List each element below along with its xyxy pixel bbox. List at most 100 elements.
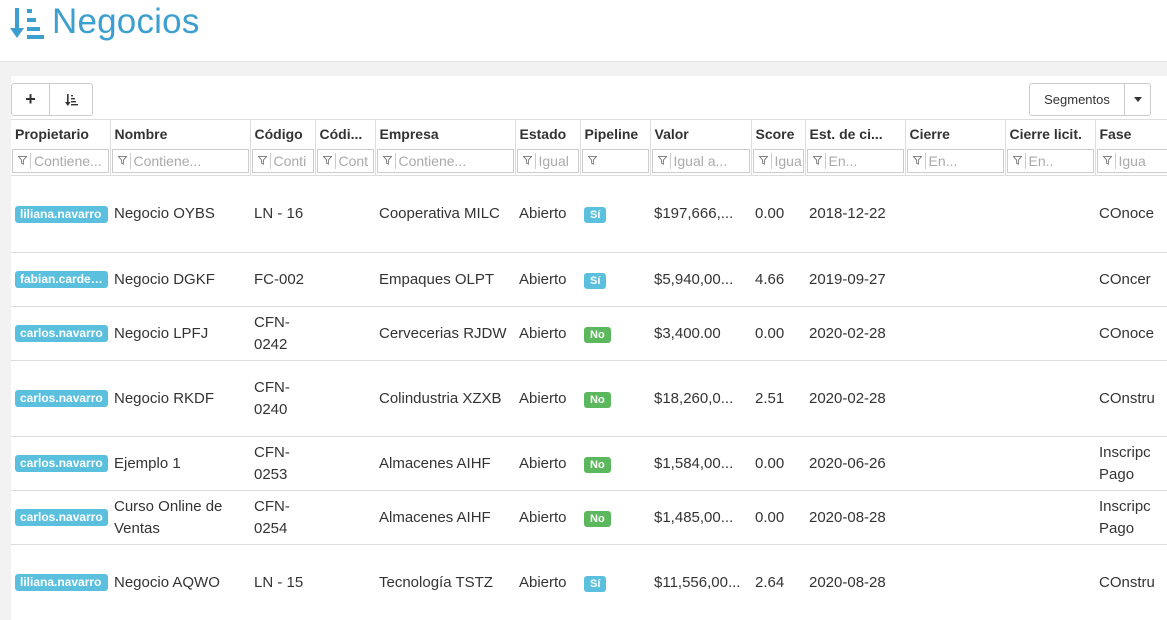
deal-est-close: 2020-02-28 — [805, 360, 905, 437]
funnel-icon — [912, 156, 922, 166]
owner-badge[interactable]: carlos.navarro — [15, 455, 108, 473]
funnel-icon — [1102, 156, 1112, 166]
caret-down-icon — [1133, 97, 1142, 102]
table-row[interactable]: liliana.navarro Negocio OYBS LN - 16 Coo… — [11, 175, 1167, 253]
column-header-empresa[interactable]: Empresa — [375, 119, 516, 149]
pipeline-badge: No — [584, 326, 611, 343]
filter-placeholder: Igua — [770, 152, 802, 169]
company-link[interactable]: Empaques OLPT — [375, 252, 515, 307]
company-link[interactable]: Almacenes AIHF — [375, 436, 515, 491]
deal-name-link[interactable]: Negocio RKDF — [110, 360, 250, 437]
deal-code: CFN-0253 — [250, 436, 315, 491]
deal-name-link[interactable]: Curso Online de Ventas — [110, 490, 250, 545]
owner-badge[interactable]: carlos.navarro — [15, 325, 108, 343]
deal-value: $1,584,00... — [650, 436, 751, 491]
deal-phase: COnstru — [1095, 360, 1167, 437]
segments-caret-button[interactable] — [1125, 83, 1151, 116]
funnel-icon — [812, 156, 822, 166]
deal-phase: Inscripc Pago — [1095, 490, 1167, 545]
deal-code-2 — [315, 436, 375, 491]
filter-input-codigo-2[interactable]: Cont — [316, 148, 374, 173]
deal-close — [905, 490, 1005, 545]
filter-placeholder: Igua — [1114, 152, 1146, 169]
deal-code: LN - 15 — [250, 544, 315, 620]
deal-status: Abierto — [515, 306, 580, 361]
company-link[interactable]: Tecnología TSTZ — [375, 544, 515, 620]
add-button[interactable]: + — [11, 83, 50, 116]
filter-placeholder: En... — [824, 152, 857, 169]
filter-input-estado[interactable]: Igual — [516, 148, 579, 173]
column-header-score[interactable]: Score — [751, 119, 806, 149]
column-header-codigo[interactable]: Código — [250, 119, 316, 149]
deal-score: 2.64 — [751, 544, 805, 620]
column-header-pipeline[interactable]: Pipeline — [580, 119, 651, 149]
deal-name-link[interactable]: Ejemplo 1 — [110, 436, 250, 491]
column-header-valor[interactable]: Valor — [650, 119, 752, 149]
deal-name-link[interactable]: Negocio DGKF — [110, 252, 250, 307]
filter-placeholder: En.. — [1024, 152, 1053, 169]
table-row[interactable]: fabian.cardenas Negocio DGKF FC-002 Empa… — [11, 252, 1167, 307]
company-link[interactable]: Cervecerias RJDW — [375, 306, 515, 361]
filter-input-cierre-licit[interactable]: En.. — [1006, 148, 1094, 173]
column-header-cierre-licit[interactable]: Cierre licit. — [1005, 119, 1096, 149]
deal-phase: COnstru — [1095, 544, 1167, 620]
deal-score: 0.00 — [751, 436, 805, 491]
table-row[interactable]: carlos.navarro Negocio LPFJ CFN-0242 Cer… — [11, 306, 1167, 361]
filter-input-propietario[interactable]: Contiene... — [12, 148, 109, 173]
column-header-propietario[interactable]: Propietario — [11, 119, 111, 149]
table-row[interactable]: carlos.navarro Curso Online de Ventas CF… — [11, 490, 1167, 545]
column-header-est-cierre[interactable]: Est. de ci... — [805, 119, 906, 149]
funnel-icon — [382, 156, 392, 166]
filter-input-nombre[interactable]: Contiene... — [111, 148, 249, 173]
table-row[interactable]: carlos.navarro Ejemplo 1 CFN-0253 Almace… — [11, 436, 1167, 491]
toolbar: + — [11, 83, 93, 116]
deal-status: Abierto — [515, 175, 580, 253]
filter-input-pipeline[interactable] — [581, 148, 649, 173]
deal-name-link[interactable]: Negocio LPFJ — [110, 306, 250, 361]
owner-badge[interactable]: carlos.navarro — [15, 390, 108, 408]
filter-input-est-cierre[interactable]: En... — [806, 148, 904, 173]
deal-status: Abierto — [515, 360, 580, 437]
owner-badge[interactable]: liliana.navarro — [15, 574, 108, 592]
table-row[interactable]: liliana.navarro Negocio AQWO LN - 15 Tec… — [11, 544, 1167, 620]
header-row: Propietario Nombre Código Códi... Empres… — [11, 119, 1167, 149]
segments-button[interactable]: Segmentos — [1029, 83, 1125, 116]
company-link[interactable]: Cooperativa MILC — [375, 175, 515, 253]
filter-input-cierre[interactable]: En... — [906, 148, 1004, 173]
table-row[interactable]: carlos.navarro Negocio RKDF CFN-0240 Col… — [11, 360, 1167, 437]
owner-badge[interactable]: fabian.cardenas — [15, 271, 108, 289]
deal-close-licit — [1005, 490, 1095, 545]
sort-button[interactable] — [50, 83, 93, 116]
page-header: Negocios — [0, 0, 1167, 62]
company-link[interactable]: Colindustria XZXB — [375, 360, 515, 437]
deal-status: Abierto — [515, 436, 580, 491]
column-header-codigo-2[interactable]: Códi... — [315, 119, 376, 149]
filter-input-codigo[interactable]: Conti — [251, 148, 314, 173]
funnel-icon — [1012, 156, 1022, 166]
company-link[interactable]: Almacenes AIHF — [375, 490, 515, 545]
column-header-estado[interactable]: Estado — [515, 119, 581, 149]
owner-badge[interactable]: carlos.navarro — [15, 509, 108, 527]
column-header-nombre[interactable]: Nombre — [110, 119, 251, 149]
filter-row: Contiene... Contiene... Conti Cont Conti… — [11, 148, 1167, 176]
deal-close — [905, 544, 1005, 620]
filter-input-empresa[interactable]: Contiene... — [376, 148, 514, 173]
sort-amount-icon — [10, 8, 44, 39]
deal-score: 0.00 — [751, 490, 805, 545]
filter-input-fase[interactable]: Igua — [1096, 148, 1167, 173]
deal-phase: COnoce — [1095, 306, 1167, 361]
deal-status: Abierto — [515, 490, 580, 545]
deal-code: FC-002 — [250, 252, 315, 307]
owner-badge[interactable]: liliana.navarro — [15, 205, 108, 223]
deal-name-link[interactable]: Negocio OYBS — [110, 175, 250, 253]
filter-input-score[interactable]: Igua — [752, 148, 804, 173]
filter-placeholder: Contiene... — [394, 152, 466, 169]
column-header-fase[interactable]: Fase — [1095, 119, 1167, 149]
deal-name-link[interactable]: Negocio AQWO — [110, 544, 250, 620]
column-header-cierre[interactable]: Cierre — [905, 119, 1006, 149]
deal-close — [905, 175, 1005, 253]
deal-est-close: 2020-08-28 — [805, 490, 905, 545]
deal-phase: COncer — [1095, 252, 1167, 307]
filter-input-valor[interactable]: Igual a... — [651, 148, 750, 173]
pipeline-badge: Sí — [584, 575, 607, 592]
